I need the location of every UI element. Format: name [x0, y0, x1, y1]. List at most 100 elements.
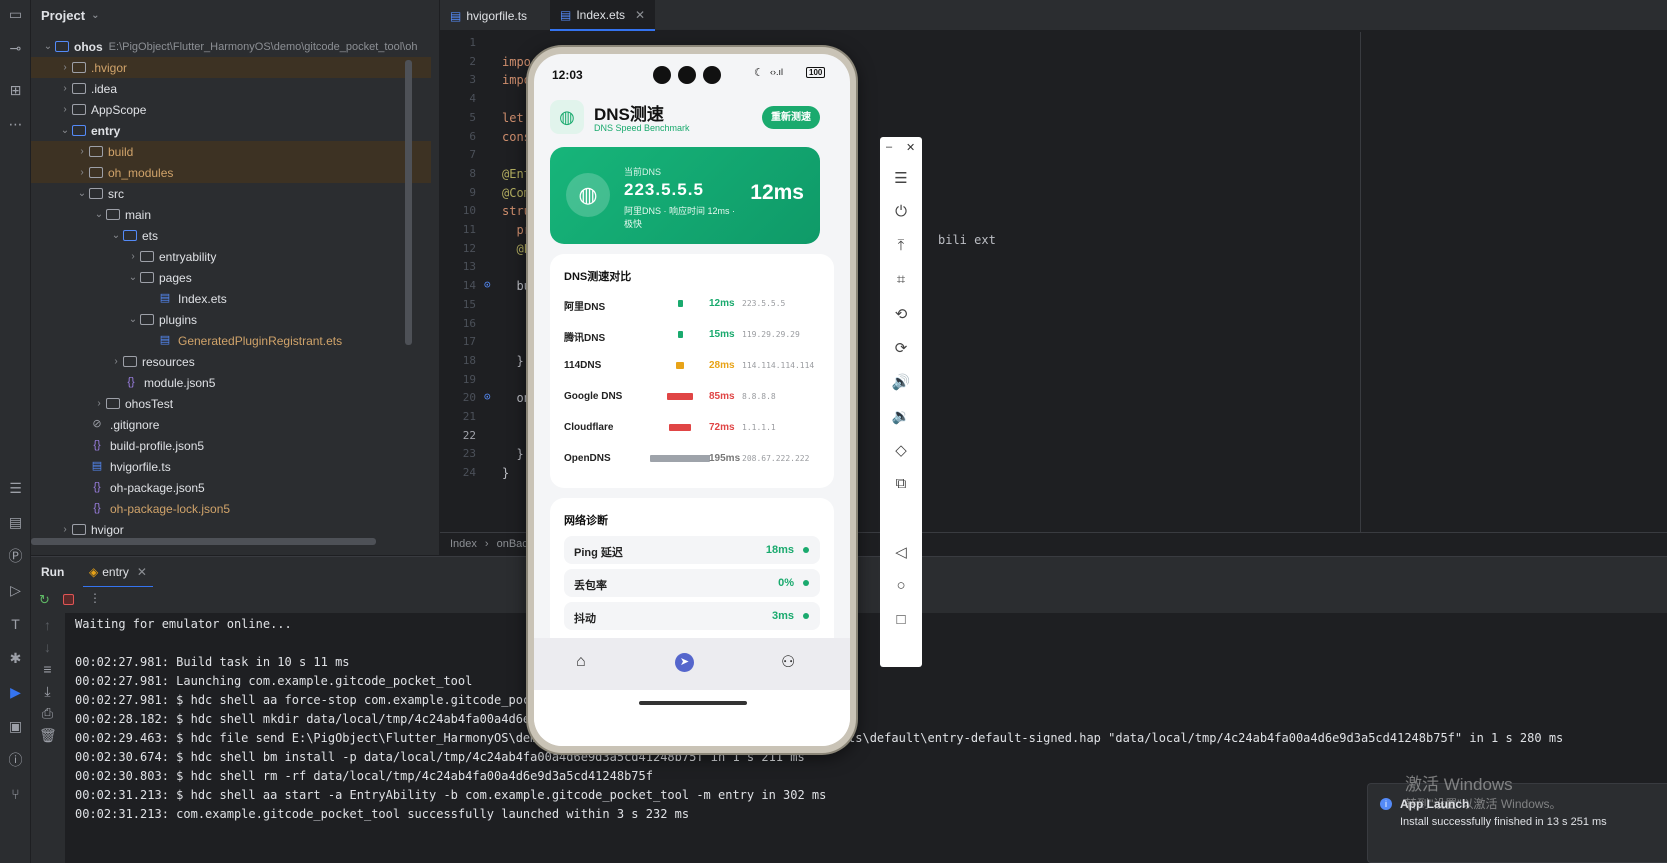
tree-item[interactable]: ▤ GeneratedPluginRegistrant.ets	[31, 330, 431, 351]
back-icon[interactable]: ◁	[880, 543, 922, 561]
tree-item[interactable]: ⌄ entry	[31, 120, 431, 141]
diag-row[interactable]: Ping 延迟 18ms	[564, 536, 820, 564]
crop-icon[interactable]: ⌗	[880, 271, 922, 288]
project-icon[interactable]: ▭	[7, 6, 24, 23]
volume-up-icon[interactable]: 🔊	[880, 373, 922, 391]
scroll-end-icon[interactable]: ⤓	[39, 683, 56, 700]
close-icon[interactable]: ✕	[635, 8, 645, 22]
menu-icon[interactable]: ☰	[880, 169, 922, 187]
chevron-down-icon[interactable]: ⌄	[41, 41, 55, 52]
todo-icon[interactable]: ☰	[7, 480, 24, 497]
chevron-right-icon[interactable]: ›	[75, 167, 89, 178]
home-indicator[interactable]	[639, 701, 747, 705]
arrow-up-icon[interactable]: ↑	[39, 617, 56, 634]
volume-down-icon[interactable]: 🔉	[880, 407, 922, 425]
rerun-icon[interactable]: ↻	[39, 592, 50, 608]
services-icon[interactable]: ▷	[7, 582, 24, 599]
chevron-down-icon[interactable]: ⌄	[126, 314, 140, 325]
override-gutter-icon[interactable]: ⊙	[484, 390, 491, 403]
diag-row[interactable]: 抖动 3ms	[564, 602, 820, 630]
chevron-down-icon[interactable]: ⌄	[58, 125, 72, 136]
print-icon[interactable]: ⎙	[39, 705, 56, 722]
chevron-right-icon[interactable]: ›	[75, 146, 89, 157]
commit-icon[interactable]: ⊸	[7, 40, 24, 57]
git-icon[interactable]: ⑂	[7, 786, 24, 803]
chevron-right-icon[interactable]: ›	[58, 83, 72, 94]
chevron-right-icon[interactable]: ›	[126, 251, 140, 262]
layout-icon[interactable]: ▤	[7, 514, 24, 531]
tree-item[interactable]: › oh_modules	[31, 162, 431, 183]
tree-item[interactable]: ⌄ ets	[31, 225, 431, 246]
chevron-down-icon[interactable]: ⌄	[91, 10, 99, 21]
override-gutter-icon[interactable]: ⊙	[484, 278, 491, 291]
tree-item[interactable]: › AppScope	[31, 99, 431, 120]
tree-item[interactable]: ▤ Index.ets	[31, 288, 431, 309]
terminal-icon[interactable]: ▣	[7, 718, 24, 735]
profiler-icon[interactable]: Ⓟ	[7, 548, 24, 565]
run-tab-entry[interactable]: ◈ entry ✕	[83, 557, 153, 588]
trash-icon[interactable]: 🗑	[39, 727, 57, 744]
rotate-left-icon[interactable]: ⟲	[880, 305, 922, 323]
tree-item[interactable]: › hvigor	[31, 519, 431, 540]
tree-item[interactable]: › build	[31, 141, 431, 162]
breadcrumb-item[interactable]: onBac	[497, 538, 528, 550]
tree-item[interactable]: › ohosTest	[31, 393, 431, 414]
minimize-icon[interactable]: –	[886, 141, 892, 153]
multi-device-icon[interactable]: ⧉	[880, 475, 922, 492]
phone-screen[interactable]: 12:03 ☾ ‹›.ıl 100 ◍ DNS测速 DNS Speed Benc…	[534, 54, 850, 746]
tree-item[interactable]: › entryability	[31, 246, 431, 267]
shake-icon[interactable]: ◇	[880, 441, 922, 459]
home-circle-icon[interactable]: ○	[880, 577, 922, 594]
vertical-scrollbar[interactable]	[405, 60, 412, 345]
recents-icon[interactable]: □	[880, 611, 922, 628]
chevron-right-icon[interactable]: ›	[58, 524, 72, 535]
tree-item[interactable]: {} oh-package.json5	[31, 477, 431, 498]
chevron-down-icon[interactable]: ⌄	[109, 230, 123, 241]
tree-item[interactable]: › .idea	[31, 78, 431, 99]
diag-row[interactable]: 丢包率 0%	[564, 569, 820, 597]
problems-icon[interactable]: ⓘ	[7, 752, 24, 769]
chevron-down-icon[interactable]: ⌄	[92, 209, 106, 220]
tab-hvigorfile[interactable]: ▤ hvigorfile.ts	[440, 0, 537, 31]
tree-item[interactable]: ⌄ main	[31, 204, 431, 225]
tree-item[interactable]: › resources	[31, 351, 431, 372]
close-icon[interactable]: ✕	[906, 141, 915, 154]
build-icon[interactable]: T	[7, 616, 24, 633]
arrow-down-icon[interactable]: ↓	[39, 639, 56, 656]
chevron-down-icon[interactable]: ⌄	[126, 272, 140, 283]
home-icon[interactable]: ⌂	[576, 653, 586, 671]
tree-item[interactable]: ⊘ .gitignore	[31, 414, 431, 435]
debug-icon[interactable]: ✱	[7, 650, 24, 667]
user-icon[interactable]: ⚇	[781, 652, 795, 672]
breadcrumb-item[interactable]: Index	[450, 538, 477, 550]
horizontal-scrollbar[interactable]	[31, 538, 376, 545]
chevron-right-icon[interactable]: ›	[58, 62, 72, 73]
tree-item[interactable]: ⌄ pages	[31, 267, 431, 288]
tree-item[interactable]: ⌄ ohos E:\PigObject\Flutter_HarmonyOS\demo…	[31, 36, 431, 57]
tab-index-ets[interactable]: ▤ Index.ets ✕	[550, 0, 656, 31]
tree-item[interactable]: {} module.json5	[31, 372, 431, 393]
tree-item[interactable]: ⌄ plugins	[31, 309, 431, 330]
rotate-right-icon[interactable]: ⟳	[880, 339, 922, 357]
soft-wrap-icon[interactable]: ≡	[39, 661, 56, 678]
structure-icon[interactable]: ⊞	[7, 82, 24, 99]
project-header[interactable]: Project ⌄	[31, 0, 439, 30]
tree-item[interactable]: ▤ hvigorfile.ts	[31, 456, 431, 477]
chevron-right-icon[interactable]: ›	[58, 104, 72, 115]
upload-icon[interactable]: ⤒	[880, 237, 922, 254]
more-vertical-icon[interactable]: ⋮	[89, 591, 101, 605]
retest-button[interactable]: 重新测速	[762, 106, 820, 129]
tree-item[interactable]: ⌄ src	[31, 183, 431, 204]
tree-item[interactable]: {} oh-package-lock.json5	[31, 498, 431, 519]
chevron-right-icon[interactable]: ›	[109, 356, 123, 367]
stop-icon[interactable]	[63, 594, 74, 605]
chevron-down-icon[interactable]: ⌄	[75, 188, 89, 199]
chevron-right-icon[interactable]: ›	[92, 398, 106, 409]
power-icon[interactable]: ⏻	[880, 203, 922, 220]
tree-item[interactable]: › .hvigor	[31, 57, 431, 78]
more-icon[interactable]: ⋯	[7, 116, 24, 133]
run-icon[interactable]: ▶	[7, 684, 24, 701]
close-icon[interactable]: ✕	[137, 565, 147, 579]
compass-icon[interactable]: ➤	[675, 653, 694, 672]
tree-item[interactable]: {} build-profile.json5	[31, 435, 431, 456]
